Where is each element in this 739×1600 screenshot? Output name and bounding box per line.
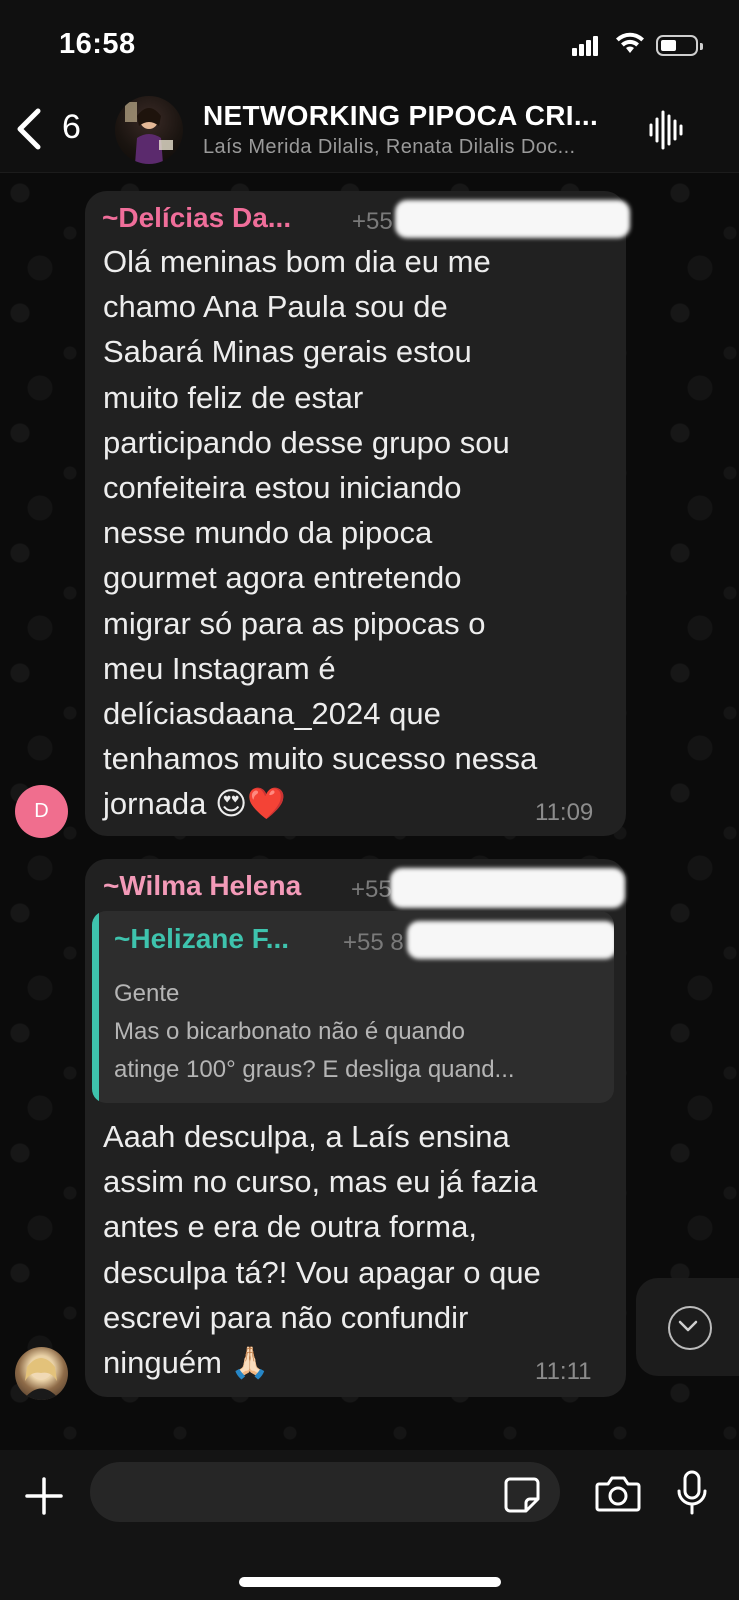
sender-phone: +55 (352, 208, 393, 235)
message-time: 11:09 (535, 799, 594, 826)
group-members[interactable]: Laís Merida Dilalis, Renata Dilalis Doc.… (203, 136, 575, 159)
signal-icon (572, 36, 602, 56)
sender-phone: +55 (351, 876, 392, 903)
quoted-phone: +55 8 (343, 929, 404, 956)
message-sender[interactable]: ~Delícias Da... (102, 202, 291, 234)
chevron-down-icon (668, 1306, 712, 1350)
quoted-text-line: Mas o bicarbonato não é quando (114, 1018, 465, 1045)
message-text: Aaah desculpa, a Laís ensina assim no cu… (103, 1119, 541, 1381)
chat-area[interactable]: ~Delícias Da... +55 Olá meninas bom dia … (0, 173, 739, 1450)
wifi-icon (614, 31, 646, 60)
avatar[interactable] (15, 1347, 68, 1400)
quoted-text-line: Gente (114, 980, 180, 1007)
home-indicator[interactable] (239, 1577, 501, 1587)
waveform-icon[interactable] (648, 110, 684, 155)
quoted-text-line: atinge 100° graus? E desliga quand... (114, 1056, 515, 1083)
camera-icon[interactable] (595, 1475, 641, 1518)
status-time: 16:58 (59, 28, 136, 60)
avatar[interactable]: D (15, 785, 68, 838)
sticker-icon[interactable] (504, 1477, 540, 1518)
back-button[interactable]: 6 (14, 106, 104, 152)
message-time: 11:11 (535, 1358, 592, 1385)
chevron-left-icon (17, 108, 41, 150)
microphone-icon[interactable] (676, 1470, 708, 1521)
quoted-message[interactable]: ~Helizane F... +55 8 Gente Mas o bicarbo… (92, 911, 614, 1103)
composer-bar (0, 1450, 739, 1600)
group-title[interactable]: NETWORKING PIPOCA CRI... (203, 100, 598, 132)
unread-count: 6 (62, 108, 81, 146)
quoted-sender: ~Helizane F... (114, 923, 290, 954)
scroll-to-bottom-button[interactable] (636, 1278, 739, 1376)
message-bubble[interactable]: ~Wilma Helena +55 ~Helizane F... +55 8 G… (85, 859, 626, 1397)
message-input[interactable] (90, 1462, 560, 1522)
status-bar: 16:58 (0, 0, 739, 92)
plus-icon[interactable] (24, 1476, 64, 1521)
message-sender[interactable]: ~Wilma Helena (103, 870, 301, 902)
message-text: Olá meninas bom dia eu me chamo Ana Paul… (103, 244, 538, 822)
group-avatar[interactable] (115, 96, 183, 164)
quote-accent-bar (92, 911, 99, 1103)
message-bubble[interactable]: ~Delícias Da... +55 Olá meninas bom dia … (85, 191, 630, 836)
chat-header: 6 NETWORKING PIPOCA CRI... Laís Merida D… (0, 92, 739, 173)
redaction (407, 921, 614, 959)
redaction (390, 868, 625, 908)
redaction (395, 200, 630, 238)
battery-icon (656, 35, 703, 56)
